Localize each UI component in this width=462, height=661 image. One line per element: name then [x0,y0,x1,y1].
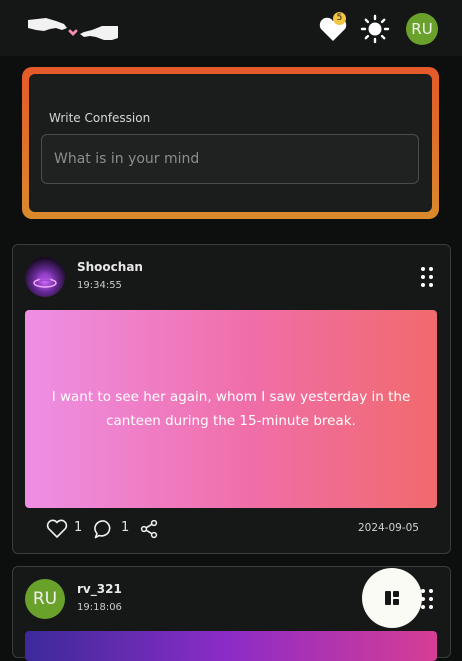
sun-icon[interactable] [360,14,390,44]
layout-toggle-button[interactable] [362,568,422,628]
confession-composer: Write Confession [22,67,439,219]
post-author-name[interactable]: Shoochan [77,260,143,274]
post-author-avatar[interactable]: RU [25,579,65,619]
post-time: 19:34:55 [77,280,122,291]
composer-panel: Write Confession [29,74,432,212]
post-date: 2024-09-05 [357,522,419,534]
like-count: 1 [74,520,83,535]
notification-count-badge: 5 [333,12,346,25]
purple-glow-avatar [25,257,65,297]
share-icon[interactable] [139,518,159,540]
layout-grid-icon [385,591,399,605]
drag-handle-icon[interactable] [418,265,436,289]
post-author-avatar[interactable] [25,257,65,297]
confession-input[interactable] [41,134,419,184]
comment-bubble-icon[interactable] [93,518,115,540]
post-card: Shoochan 19:34:55 I want to see her agai… [12,244,451,554]
post-author-name[interactable]: rv_321 [77,582,122,596]
composer-label: Write Confession [49,111,151,125]
user-avatar[interactable]: RU [406,13,438,45]
top-bar: 5 RU [0,0,462,56]
like-heart-icon[interactable] [46,518,68,540]
post-text: I want to see her again, whom I saw yest… [25,310,437,508]
post-text [25,631,437,661]
creation-of-adam-hands-logo[interactable] [26,12,120,44]
post-time: 19:18:06 [77,602,122,613]
comment-count: 1 [121,520,130,535]
